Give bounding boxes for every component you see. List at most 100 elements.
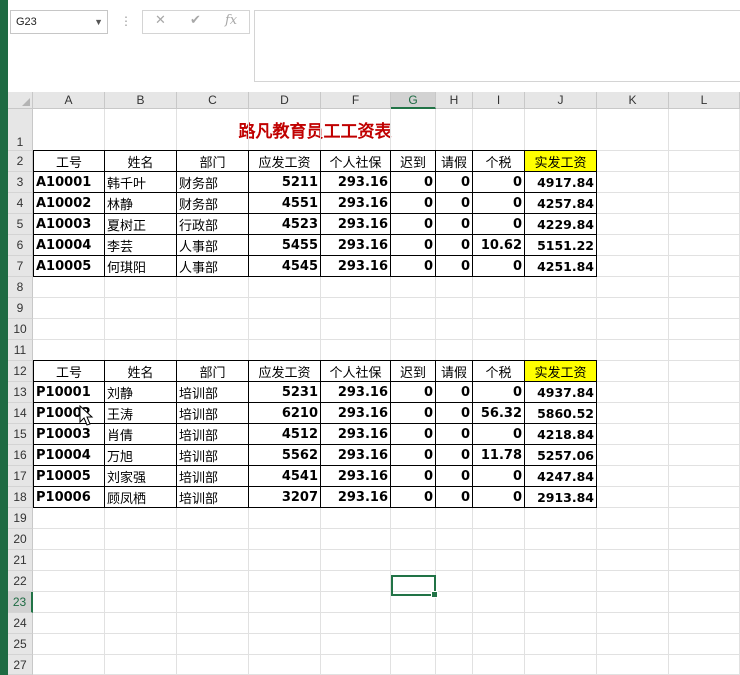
row-header-16[interactable]: 16 <box>8 445 33 466</box>
table-cell[interactable]: 培训部 <box>177 445 249 466</box>
table-cell[interactable]: 0 <box>473 382 525 403</box>
table-cell[interactable]: 293.16 <box>321 382 391 403</box>
table-cell[interactable]: 0 <box>436 403 473 424</box>
table-cell[interactable]: 培训部 <box>177 424 249 445</box>
table-cell[interactable]: 5455 <box>249 235 321 256</box>
row-header-12[interactable]: 12 <box>8 361 33 382</box>
row-header-17[interactable]: 17 <box>8 466 33 487</box>
table-header-cell[interactable]: 个税 <box>473 150 525 172</box>
table-cell[interactable]: 0 <box>436 214 473 235</box>
table-cell[interactable]: 0 <box>436 256 473 277</box>
table-cell[interactable]: 5257.06 <box>525 445 597 466</box>
table-cell[interactable]: 0 <box>436 424 473 445</box>
table-cell[interactable]: A10001 <box>33 172 105 193</box>
table-cell[interactable]: A10005 <box>33 256 105 277</box>
table-cell[interactable]: 5211 <box>249 172 321 193</box>
row-header-5[interactable]: 5 <box>8 214 33 235</box>
row-header-3[interactable]: 3 <box>8 172 33 193</box>
column-header-i[interactable]: I <box>473 92 525 109</box>
table-cell[interactable]: 0 <box>391 445 436 466</box>
row-header-24[interactable]: 24 <box>8 613 33 634</box>
row-header-4[interactable]: 4 <box>8 193 33 214</box>
table-cell[interactable]: 韩千叶 <box>105 172 177 193</box>
row-header-6[interactable]: 6 <box>8 235 33 256</box>
fill-handle[interactable] <box>431 591 438 598</box>
table-cell[interactable]: 培训部 <box>177 466 249 487</box>
table-cell[interactable]: 0 <box>473 193 525 214</box>
insert-function-icon[interactable]: fx <box>225 13 237 28</box>
formula-input[interactable] <box>254 10 740 82</box>
table-cell[interactable]: 0 <box>391 403 436 424</box>
table-cell[interactable]: 4229.84 <box>525 214 597 235</box>
row-header-13[interactable]: 13 <box>8 382 33 403</box>
row-header-7[interactable]: 7 <box>8 256 33 277</box>
table-header-cell[interactable]: 迟到 <box>391 150 436 172</box>
table-cell[interactable]: P10006 <box>33 487 105 508</box>
table-cell[interactable]: 3207 <box>249 487 321 508</box>
table-cell[interactable]: 0 <box>391 193 436 214</box>
table-cell[interactable]: 李芸 <box>105 235 177 256</box>
table-cell[interactable]: 0 <box>391 382 436 403</box>
table-cell[interactable]: 56.32 <box>473 403 525 424</box>
table-cell[interactable]: 4541 <box>249 466 321 487</box>
column-header-d[interactable]: D <box>249 92 321 109</box>
column-header-g[interactable]: G <box>391 92 436 109</box>
column-header-b[interactable]: B <box>105 92 177 109</box>
row-header-8[interactable]: 8 <box>8 277 33 298</box>
table-cell[interactable]: 0 <box>436 466 473 487</box>
table-cell[interactable]: 0 <box>391 487 436 508</box>
table-cell[interactable]: 293.16 <box>321 214 391 235</box>
table-header-cell[interactable]: 请假 <box>436 150 473 172</box>
table-cell[interactable]: 5562 <box>249 445 321 466</box>
chevron-down-icon[interactable]: ▼ <box>94 11 103 33</box>
table-cell[interactable]: 0 <box>473 214 525 235</box>
table-cell[interactable]: 293.16 <box>321 487 391 508</box>
cancel-icon[interactable]: ✕ <box>155 13 166 28</box>
table-cell[interactable]: 0 <box>391 235 436 256</box>
table-cell[interactable]: P10001 <box>33 382 105 403</box>
table-header-cell[interactable]: 姓名 <box>105 150 177 172</box>
table-cell[interactable]: 10.62 <box>473 235 525 256</box>
table-cell[interactable]: 0 <box>436 193 473 214</box>
table-cell[interactable]: 4512 <box>249 424 321 445</box>
table-cell[interactable]: 293.16 <box>321 256 391 277</box>
row-header-11[interactable]: 11 <box>8 340 33 361</box>
table-cell[interactable]: 293.16 <box>321 235 391 256</box>
table-cell[interactable]: 4247.84 <box>525 466 597 487</box>
active-cell-g23[interactable] <box>391 575 438 598</box>
sheet-title[interactable]: 路凡教育员工工资表 <box>33 109 597 151</box>
table-cell[interactable]: 0 <box>436 235 473 256</box>
table-cell[interactable]: 0 <box>473 424 525 445</box>
table-cell[interactable]: 5860.52 <box>525 403 597 424</box>
row-header-19[interactable]: 19 <box>8 508 33 529</box>
table-cell[interactable]: 293.16 <box>321 424 391 445</box>
table-cell[interactable]: 293.16 <box>321 466 391 487</box>
table-cell[interactable]: 293.16 <box>321 445 391 466</box>
row-header-22[interactable]: 22 <box>8 571 33 592</box>
table-cell[interactable]: 林静 <box>105 193 177 214</box>
table-cell[interactable]: 0 <box>391 172 436 193</box>
name-box[interactable]: G23 ▼ <box>10 10 108 34</box>
table-header-cell[interactable]: 工号 <box>33 150 105 172</box>
table-cell[interactable]: 4917.84 <box>525 172 597 193</box>
column-header-c[interactable]: C <box>177 92 249 109</box>
table-cell[interactable]: 财务部 <box>177 193 249 214</box>
enter-icon[interactable]: ✔ <box>190 13 201 28</box>
select-all-button[interactable] <box>8 92 33 109</box>
row-header-14[interactable]: 14 <box>8 403 33 424</box>
table-header-cell[interactable]: 请假 <box>436 360 473 382</box>
more-options-icon[interactable]: ⋮ <box>120 14 132 28</box>
row-header-9[interactable]: 9 <box>8 298 33 319</box>
table-cell[interactable]: 0 <box>436 487 473 508</box>
table-cell[interactable]: A10003 <box>33 214 105 235</box>
row-header-2[interactable]: 2 <box>8 151 33 172</box>
table-cell[interactable]: 王涛 <box>105 403 177 424</box>
table-cell[interactable]: 0 <box>473 466 525 487</box>
row-header-23[interactable]: 23 <box>8 592 33 613</box>
table-cell[interactable]: P10003 <box>33 424 105 445</box>
table-cell[interactable]: 6210 <box>249 403 321 424</box>
table-header-cell[interactable]: 个人社保 <box>321 360 391 382</box>
table-header-cell[interactable]: 姓名 <box>105 360 177 382</box>
table-header-cell[interactable]: 实发工资 <box>525 360 597 382</box>
table-cell[interactable]: 0 <box>436 445 473 466</box>
